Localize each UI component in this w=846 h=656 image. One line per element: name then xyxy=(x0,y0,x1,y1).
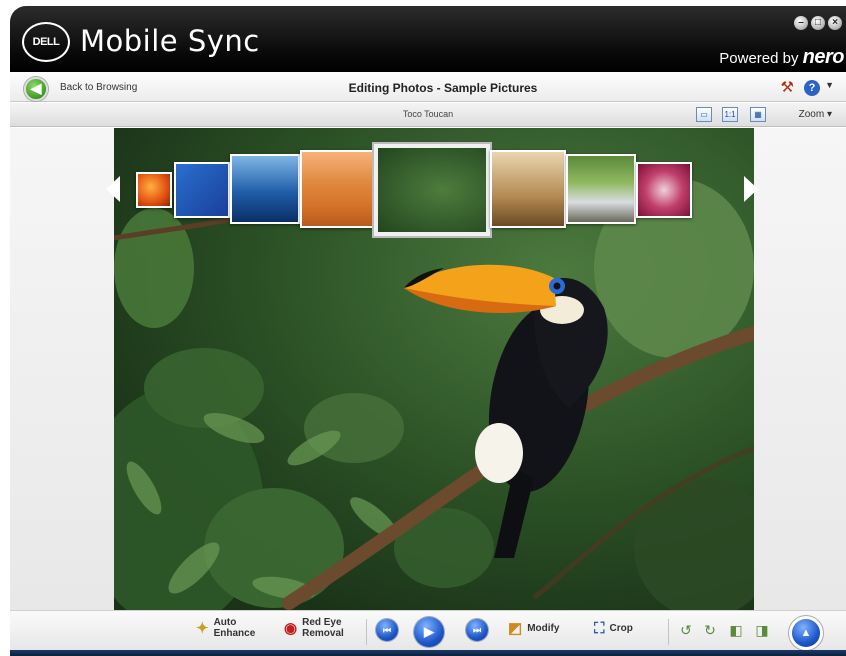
toolbar-separator xyxy=(668,619,669,645)
expand-panel-icon[interactable]: ▲ xyxy=(792,619,820,647)
fit-view-icon[interactable]: ▭ xyxy=(696,107,712,122)
thumbnail-frangipani-flowers[interactable] xyxy=(636,162,692,218)
nero-logo: nero xyxy=(802,46,845,68)
next-track-icon[interactable]: ⏭ xyxy=(466,619,488,641)
help-icon[interactable]: ? xyxy=(804,80,820,96)
thumbnail-tree[interactable] xyxy=(490,150,566,228)
play-icon[interactable]: ▶ xyxy=(414,617,444,647)
crop-button[interactable]: ⛶ Crop xyxy=(594,620,633,637)
edit-toolbar: ✦ Auto Enhance ◉ Red Eye Removal ⏮ ▶ ⏭ ◩… xyxy=(10,610,846,656)
app-title: Mobile Sync xyxy=(80,24,260,58)
toolbar-separator xyxy=(366,619,367,645)
page-title: Editing Photos - Sample Pictures xyxy=(348,81,538,95)
next-photo-arrow-icon[interactable] xyxy=(744,176,758,202)
maximize-button[interactable]: □ xyxy=(811,16,825,30)
title-bar: DELL Mobile Sync – □ × Powered by nero xyxy=(10,6,846,72)
app-window: DELL Mobile Sync – □ × Powered by nero ◀… xyxy=(0,0,846,656)
powered-by-label: Powered by nero xyxy=(719,46,844,69)
actual-size-view-icon[interactable]: 1:1 xyxy=(722,107,738,122)
close-button[interactable]: × xyxy=(828,16,842,30)
crop-label: Crop xyxy=(609,623,633,634)
photo-info-bar: Toco Toucan ▭ 1:1 ▦ Zoom ▾ xyxy=(10,103,846,127)
zoom-dropdown[interactable]: Zoom ▾ xyxy=(799,109,832,120)
red-eye-removal-button[interactable]: ◉ Red Eye Removal xyxy=(284,617,344,639)
eye-icon: ◉ xyxy=(284,619,298,637)
powered-by-text: Powered by xyxy=(719,50,799,67)
rotate-right-icon[interactable]: ↻ xyxy=(702,622,718,638)
thumbnail-toco-toucan-selected[interactable] xyxy=(374,144,490,236)
thumbnail-humpback-whale[interactable] xyxy=(230,154,300,224)
thumbnail-autumn-leaves[interactable] xyxy=(136,172,172,208)
photo-stage xyxy=(10,128,846,610)
previous-track-icon[interactable]: ⏮ xyxy=(376,619,398,641)
nav-bar: ◀ Back to Browsing Editing Photos - Samp… xyxy=(10,72,846,102)
red-eye-removal-label: Red Eye Removal xyxy=(302,617,344,639)
rotate-left-icon[interactable]: ↺ xyxy=(678,622,694,638)
modify-button[interactable]: ◩ Modify xyxy=(508,620,560,637)
modify-label: Modify xyxy=(527,623,560,634)
minimize-button[interactable]: – xyxy=(794,16,808,30)
photo-name: Toco Toucan xyxy=(402,109,454,119)
hammer-icon[interactable]: ⚒ xyxy=(781,78,794,96)
flip-right-icon[interactable]: ◨ xyxy=(754,622,770,638)
thumbnail-green-sea-turtle[interactable] xyxy=(174,162,230,218)
flip-left-icon[interactable]: ◧ xyxy=(728,622,744,638)
modify-icon: ◩ xyxy=(508,620,523,637)
crop-icon: ⛶ xyxy=(594,620,605,637)
thumbnail-waterfall[interactable] xyxy=(566,154,636,224)
auto-enhance-label: Auto Enhance xyxy=(213,617,256,639)
window-controls: – □ × xyxy=(794,16,842,30)
previous-photo-arrow-icon[interactable] xyxy=(106,176,120,202)
auto-enhance-button[interactable]: ✦ Auto Enhance xyxy=(196,617,255,639)
thumbnail-oryx-antelope[interactable] xyxy=(300,150,376,228)
magic-wand-icon: ✦ xyxy=(196,619,209,637)
help-dropdown-caret-icon[interactable]: ▼ xyxy=(825,80,834,90)
dell-logo: DELL xyxy=(22,22,70,62)
thumbnail-view-icon[interactable]: ▦ xyxy=(750,107,766,122)
